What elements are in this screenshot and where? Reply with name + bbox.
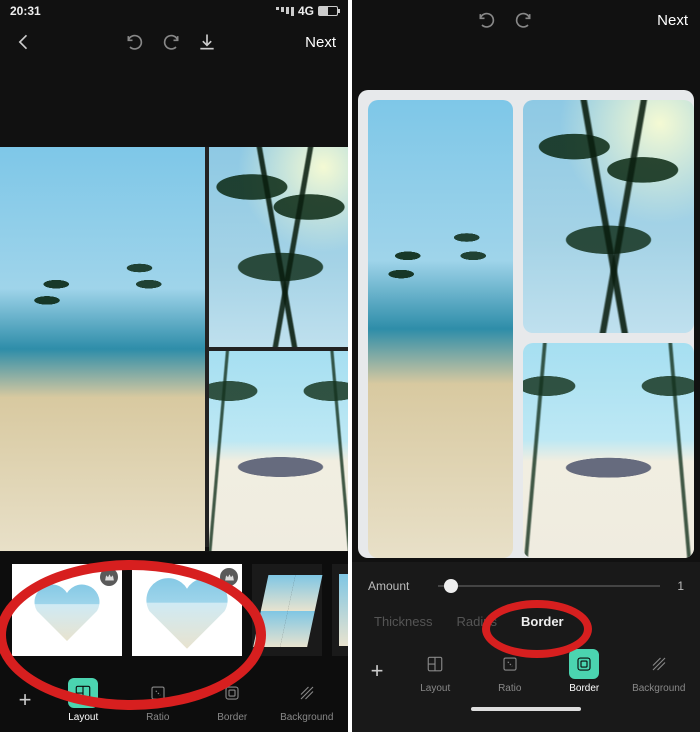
subtab-thickness[interactable]: Thickness [366,610,441,633]
collage-cell-1[interactable] [0,147,205,551]
tab-ratio[interactable]: Ratio [477,644,544,698]
collage-canvas[interactable] [0,142,348,552]
tab-label: Background [632,683,685,694]
amount-value: 1 [670,579,684,593]
back-icon[interactable] [12,30,36,54]
redo-icon[interactable] [159,30,183,54]
tab-background[interactable]: Background [274,673,341,727]
amount-slider[interactable] [438,574,660,598]
bottom-panel: Amount 1 Thickness Radius Border + Layou… [352,562,700,732]
network-label: 4G [298,4,314,18]
home-indicator [471,707,581,711]
tab-layout[interactable]: Layout [402,644,469,698]
battery-icon [318,6,338,16]
layout-icon [68,678,98,708]
tab-border[interactable]: Border [551,644,618,698]
redo-icon[interactable] [511,8,535,32]
next-button[interactable]: Next [305,34,336,51]
undo-icon[interactable] [123,30,147,54]
collage-cell-3[interactable] [209,351,348,551]
tab-ratio[interactable]: Ratio [125,673,192,727]
tab-label: Layout [68,712,98,723]
canvas-padding [0,62,348,142]
ratio-icon [495,649,525,679]
phone-screenshot-right: Next Amount 1 Thickness Radius Border + [352,0,700,732]
background-icon [644,649,674,679]
phone-screenshot-left: 20:31 4G Next [0,0,348,732]
subtab-radius[interactable]: Radius [449,610,505,633]
ratio-icon [143,678,173,708]
add-panel-button[interactable]: + [8,683,42,717]
layout-template-heart-1[interactable] [12,564,122,656]
signal-icon [276,7,294,16]
amount-label: Amount [368,579,428,593]
collage-cell-3[interactable] [523,343,694,558]
tab-label: Ratio [498,683,521,694]
crown-icon [100,568,118,586]
layout-template-partial[interactable] [332,564,348,656]
add-panel-button[interactable]: + [360,654,394,688]
undo-icon[interactable] [475,8,499,32]
top-toolbar: Next [352,0,700,40]
tool-tabs: + Layout Ratio Border [352,639,700,703]
collage-cell-2[interactable] [209,147,348,347]
next-button[interactable]: Next [657,12,688,29]
tab-label: Layout [420,683,450,694]
layout-icon [420,649,450,679]
tab-label: Background [280,712,333,723]
layout-template-heart-2[interactable] [132,564,242,656]
border-sub-tabs: Thickness Radius Border [352,604,700,639]
amount-row: Amount 1 [352,568,700,604]
canvas-padding [352,40,700,86]
border-icon [217,678,247,708]
tab-label: Ratio [146,712,169,723]
collage-canvas[interactable] [352,86,700,562]
border-icon [569,649,599,679]
collage-cell-1[interactable] [368,100,513,558]
bottom-panel: + Layout Ratio Border [0,552,348,732]
tab-label: Border [569,683,599,694]
collage-cell-2[interactable] [523,100,694,333]
tab-background[interactable]: Background [626,644,693,698]
tab-label: Border [217,712,247,723]
tool-tabs: + Layout Ratio Border [0,668,348,732]
subtab-border[interactable]: Border [513,610,572,633]
layout-template-strip[interactable] [0,552,348,668]
tab-border[interactable]: Border [199,673,266,727]
download-icon[interactable] [195,30,219,54]
status-time: 20:31 [10,4,41,18]
layout-template-skew[interactable] [252,564,322,656]
crown-icon [220,568,238,586]
background-icon [292,678,322,708]
top-toolbar: Next [0,22,348,62]
status-bar: 20:31 4G [0,0,348,22]
tab-layout[interactable]: Layout [50,673,117,727]
